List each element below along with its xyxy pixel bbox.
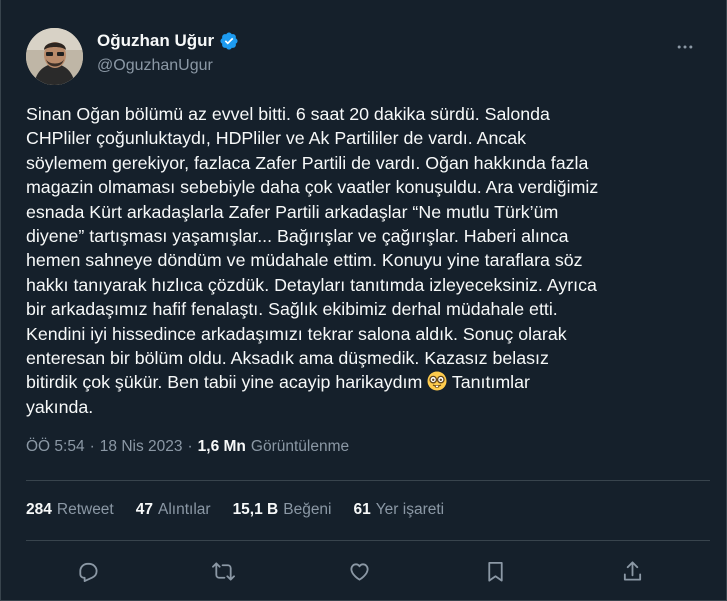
likes-stat[interactable]: 15,1 B Beğeni <box>233 501 332 519</box>
tweet-text: Sinan Oğan bölümü az evvel bitti. 6 saat… <box>26 102 666 419</box>
verified-badge-icon[interactable] <box>219 31 239 51</box>
handle[interactable]: @OguzhanUgur <box>97 57 239 75</box>
divider <box>26 540 710 541</box>
retweets-label: Retweet <box>56 501 114 518</box>
retweets-count: 284 <box>26 501 52 518</box>
bookmark-icon[interactable] <box>478 553 514 589</box>
tweet-stats: 284 Retweet 47 Alıntılar 15,1 B Beğeni 6… <box>26 501 444 519</box>
display-name[interactable]: Oğuzhan Uğur <box>97 31 214 51</box>
divider <box>26 480 710 481</box>
tweet-date[interactable]: 18 Nis 2023 <box>100 438 183 456</box>
quotes-count: 47 <box>135 501 153 518</box>
tweet-meta: ÖÖ 5:54 · 18 Nis 2023 · 1,6 Mn Görüntüle… <box>26 438 349 456</box>
share-icon[interactable] <box>614 553 650 589</box>
bookmarks-count: 61 <box>353 501 371 518</box>
meta-separator: · <box>187 438 193 455</box>
bookmarks-stat[interactable]: 61 Yer işareti <box>354 501 445 519</box>
avatar[interactable] <box>26 28 83 85</box>
views-label: Görüntülenme <box>250 438 350 455</box>
meta-separator: · <box>89 438 95 455</box>
tweet-header: Oğuzhan Uğur @OguzhanUgur <box>26 28 710 85</box>
retweet-icon[interactable] <box>205 553 241 589</box>
likes-count: 15,1 B <box>232 501 279 518</box>
views-count: 1,6 Mn <box>197 438 246 455</box>
bookmarks-label: Yer işareti <box>375 501 445 518</box>
tweet-text-main: Sinan Oğan bölümü az evvel bitti. 6 saat… <box>26 104 599 393</box>
tweet-actions <box>69 553 650 589</box>
likes-label: Beğeni <box>283 501 332 518</box>
name-row: Oğuzhan Uğur <box>97 31 239 51</box>
author-names: Oğuzhan Uğur @OguzhanUgur <box>97 31 239 75</box>
tweet-detail: Oğuzhan Uğur @OguzhanUgur Sinan Oğan böl… <box>0 0 727 601</box>
nerd-face-emoji-icon <box>427 371 447 391</box>
retweets-stat[interactable]: 284 Retweet <box>26 501 114 519</box>
quotes-stat[interactable]: 47 Alıntılar <box>136 501 211 519</box>
quotes-label: Alıntılar <box>158 501 211 518</box>
avatar-photo-icon <box>26 28 83 85</box>
reply-icon[interactable] <box>69 553 105 589</box>
like-icon[interactable] <box>342 553 378 589</box>
tweet-time[interactable]: ÖÖ 5:54 <box>26 438 85 456</box>
more-options-icon[interactable] <box>668 30 702 64</box>
